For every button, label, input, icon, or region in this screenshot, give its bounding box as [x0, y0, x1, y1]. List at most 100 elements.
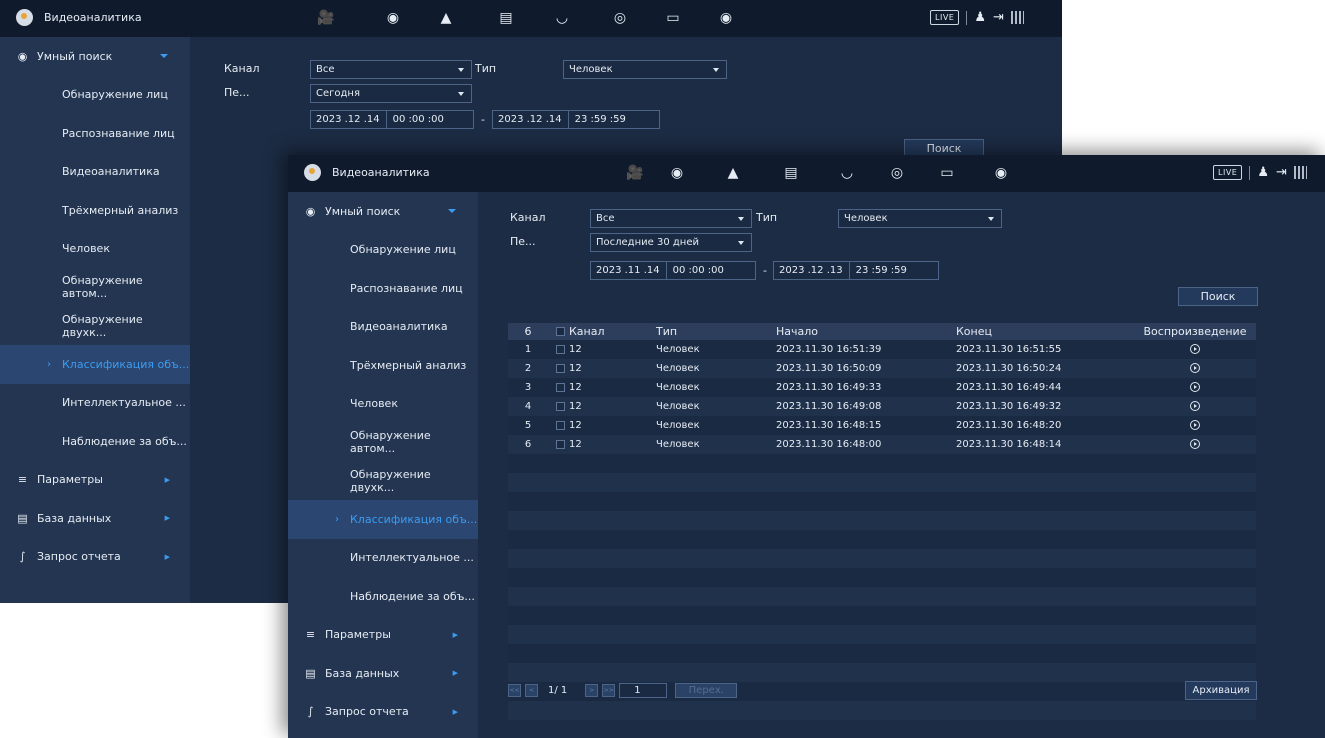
- start-datetime-field[interactable]: 2023 .12 .14 00 :00 :00: [310, 110, 474, 129]
- qr-code-icon[interactable]: [1010, 11, 1024, 24]
- topbar-right: LIVE ♟ ⇥: [1213, 165, 1307, 180]
- channel-select[interactable]: Все: [310, 60, 472, 79]
- logout-icon[interactable]: ⇥: [1276, 165, 1287, 180]
- caret-right-icon: ▶: [452, 630, 458, 639]
- alarm-icon[interactable]: ▲: [724, 164, 742, 182]
- sidebar-subitem[interactable]: Интеллектуальное ...: [288, 539, 478, 578]
- sidebar-subitem[interactable]: Человек: [288, 385, 478, 424]
- row-checkbox[interactable]: [556, 345, 565, 354]
- sidebar-subitem[interactable]: Обнаружение двухк...: [0, 307, 190, 346]
- start-datetime-field[interactable]: 2023 .11 .14 00 :00 :00: [590, 261, 756, 280]
- first-page-button[interactable]: <<: [508, 684, 521, 697]
- speed-icon[interactable]: ◡: [838, 164, 856, 182]
- table-row[interactable]: 2 12 Человек 2023.11.30 16:50:09 2023.11…: [508, 359, 1256, 378]
- film-icon[interactable]: 🎥: [626, 164, 644, 182]
- sidebar-subitem[interactable]: Обнаружение двухк...: [288, 462, 478, 501]
- start-time: 00 :00 :00: [392, 114, 444, 125]
- sidebar-subitem[interactable]: Человек: [0, 230, 190, 269]
- table-row[interactable]: 3 12 Человек 2023.11.30 16:49:33 2023.11…: [508, 378, 1256, 397]
- row-channel: 12: [548, 340, 656, 359]
- sidebar-subitem[interactable]: Обнаружение автом...: [0, 268, 190, 307]
- range-dash: -: [481, 113, 485, 126]
- sidebar-subitem[interactable]: Наблюдение за объ...: [0, 422, 190, 461]
- chevron-down-icon: [160, 54, 168, 58]
- monitor-icon[interactable]: ▭: [938, 164, 956, 182]
- speaker-icon[interactable]: ◉: [717, 9, 735, 27]
- end-datetime-field[interactable]: 2023 .12 .13 23 :59 :59: [773, 261, 939, 280]
- alarm-icon[interactable]: ▲: [437, 9, 455, 27]
- type-select[interactable]: Человек: [563, 60, 727, 79]
- go-button[interactable]: Перех.: [675, 683, 738, 698]
- sidebar-item-database[interactable]: ▤ База данных ▶: [0, 499, 190, 538]
- sidebar-item-parameters[interactable]: ≡ Параметры ▶: [288, 616, 478, 655]
- table-row[interactable]: 5 12 Человек 2023.11.30 16:48:15 2023.11…: [508, 416, 1256, 435]
- sidebar-item-smart-search[interactable]: ◉ Умный поиск: [288, 192, 478, 231]
- play-icon[interactable]: [1190, 344, 1200, 354]
- storage-icon[interactable]: ▤: [497, 9, 515, 27]
- sidebar-subitem[interactable]: Наблюдение за объ...: [288, 577, 478, 616]
- empty-row: [508, 473, 1256, 492]
- playback-header: Воспроизведение: [1143, 325, 1247, 338]
- target-icon[interactable]: ◎: [611, 9, 629, 27]
- table-row[interactable]: 6 12 Человек 2023.11.30 16:48:00 2023.11…: [508, 435, 1256, 454]
- period-select[interactable]: Последние 30 дней: [590, 233, 752, 252]
- sidebar-subitem-active[interactable]: › Классификация объ...: [288, 500, 478, 539]
- row-checkbox[interactable]: [556, 402, 565, 411]
- sidebar-item-report[interactable]: ∫ Запрос отчета ▶: [0, 538, 190, 577]
- speaker-icon[interactable]: ◉: [992, 164, 1010, 182]
- user-icon[interactable]: ♟: [974, 10, 986, 25]
- front-window: Видеоаналитика 🎥 ◉ ▲ ▤ ◡ ◎ ▭ ◉ LIVE ♟ ⇥ …: [288, 155, 1325, 738]
- play-icon[interactable]: [1190, 420, 1200, 430]
- play-icon[interactable]: [1190, 382, 1200, 392]
- sidebar-subitem[interactable]: Видеоаналитика: [288, 308, 478, 347]
- play-icon[interactable]: [1190, 439, 1200, 449]
- storage-icon[interactable]: ▤: [782, 164, 800, 182]
- face-icon[interactable]: ◉: [668, 164, 686, 182]
- archive-button[interactable]: Архивация: [1185, 681, 1257, 700]
- monitor-icon[interactable]: ▭: [664, 9, 682, 27]
- sidebar-subitem[interactable]: Распознавание лиц: [0, 114, 190, 153]
- play-icon[interactable]: [1190, 401, 1200, 411]
- play-icon[interactable]: [1190, 363, 1200, 373]
- live-button[interactable]: LIVE: [1213, 165, 1243, 180]
- sidebar-item-report[interactable]: ∫ Запрос отчета ▶: [288, 693, 478, 732]
- row-checkbox[interactable]: [556, 440, 565, 449]
- type-select[interactable]: Человек: [838, 209, 1002, 228]
- sidebar-subitem[interactable]: Распознавание лиц: [288, 269, 478, 308]
- sidebar-subitem[interactable]: Трёхмерный анализ: [0, 191, 190, 230]
- period-select[interactable]: Сегодня: [310, 84, 472, 103]
- sidebar-item-label: Трёхмерный анализ: [350, 358, 467, 372]
- face-icon[interactable]: ◉: [384, 9, 402, 27]
- empty-row: [508, 454, 1256, 473]
- sidebar-subitem[interactable]: Видеоаналитика: [0, 153, 190, 192]
- target-icon[interactable]: ◎: [888, 164, 906, 182]
- logout-icon[interactable]: ⇥: [993, 10, 1004, 25]
- sidebar-subitem[interactable]: Интеллектуальное ...: [0, 384, 190, 423]
- channel-select[interactable]: Все: [590, 209, 752, 228]
- row-checkbox[interactable]: [556, 364, 565, 373]
- last-page-button[interactable]: >>: [602, 684, 616, 697]
- qr-code-icon[interactable]: [1293, 166, 1307, 179]
- sidebar-subitem[interactable]: Обнаружение автом...: [288, 423, 478, 462]
- speed-icon[interactable]: ◡: [553, 9, 571, 27]
- sidebar-subitem[interactable]: Трёхмерный анализ: [288, 346, 478, 385]
- select-all-checkbox[interactable]: [556, 327, 565, 336]
- sidebar-subitem[interactable]: Обнаружение лиц: [0, 76, 190, 115]
- sidebar-subitem-active[interactable]: › Классификация объ...: [0, 345, 190, 384]
- prev-page-button[interactable]: <: [525, 684, 538, 697]
- live-button[interactable]: LIVE: [930, 10, 960, 25]
- row-checkbox[interactable]: [556, 383, 565, 392]
- next-page-button[interactable]: >: [585, 684, 599, 697]
- row-checkbox[interactable]: [556, 421, 565, 430]
- sidebar-item-database[interactable]: ▤ База данных ▶: [288, 654, 478, 693]
- film-icon[interactable]: 🎥: [317, 9, 335, 27]
- page-input[interactable]: 1: [619, 683, 668, 698]
- table-row[interactable]: 4 12 Человек 2023.11.30 16:49:08 2023.11…: [508, 397, 1256, 416]
- sidebar-item-parameters[interactable]: ≡ Параметры ▶: [0, 461, 190, 500]
- sidebar-subitem[interactable]: Обнаружение лиц: [288, 231, 478, 270]
- end-datetime-field[interactable]: 2023 .12 .14 23 :59 :59: [492, 110, 660, 129]
- user-icon[interactable]: ♟: [1257, 165, 1269, 180]
- search-button[interactable]: Поиск: [1178, 287, 1258, 306]
- sidebar-item-smart-search[interactable]: ◉ Умный поиск: [0, 37, 190, 76]
- table-row[interactable]: 1 12 Человек 2023.11.30 16:51:39 2023.11…: [508, 340, 1256, 359]
